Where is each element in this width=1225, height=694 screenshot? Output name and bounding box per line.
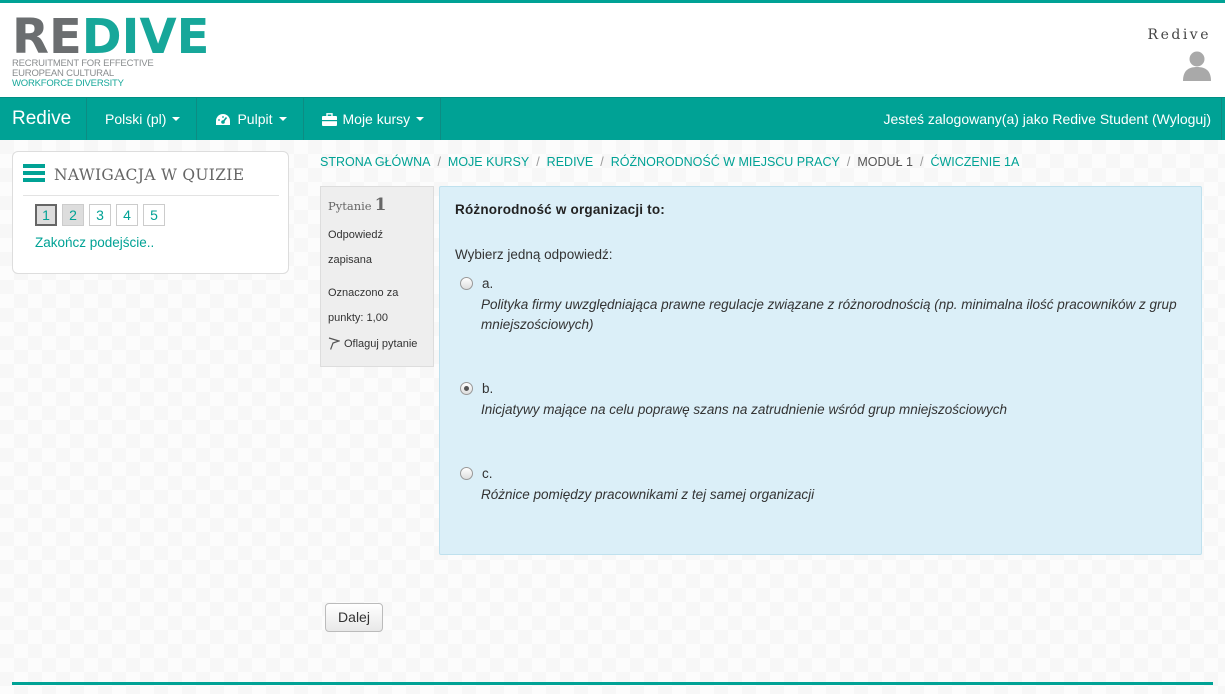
navbar-divider <box>1221 98 1225 140</box>
answer-option-c-letter: c. <box>482 466 493 481</box>
question-grade-line-2: punkty: 1,00 <box>328 312 388 324</box>
question-state: Odpowiedź zapisana <box>328 223 426 273</box>
user-name: Redive <box>1147 27 1211 43</box>
answer-option-b[interactable]: b. Inicjatywy mające na celu poprawę sza… <box>460 381 1180 420</box>
question-content: Różnorodność w organizacji to: Wybierz j… <box>439 186 1202 555</box>
breadcrumb-home[interactable]: STRONA GŁÓWNA <box>320 155 430 169</box>
question-button-5[interactable]: 5 <box>143 204 165 226</box>
question-number: Pytanie 1 <box>328 195 426 215</box>
answer-option-b-letter: b. <box>482 381 494 396</box>
finish-attempt-link[interactable]: Zakończ podejście.. <box>35 235 154 250</box>
question-state-line-2: zapisana <box>328 254 373 266</box>
quiz-navigation-title: NAWIGACJA W QUIZIE <box>54 166 245 184</box>
question-button-3[interactable]: 3 <box>89 204 111 226</box>
answer-option-b-row: b. <box>460 381 1180 396</box>
user-avatar-icon[interactable] <box>1183 51 1211 81</box>
answer-option-b-radio[interactable] <box>460 382 473 395</box>
user-menu[interactable]: Redive <box>1148 27 1211 43</box>
question-state-line-1: Odpowiedź <box>328 229 384 241</box>
question-info-panel: Pytanie 1 Odpowiedź zapisana Oznaczono z… <box>320 186 434 367</box>
breadcrumb-separator: / <box>536 155 540 169</box>
breadcrumb: STRONA GŁÓWNA / MOJE KURSY / REDIVE / RÓ… <box>320 155 1019 169</box>
answer-option-b-text: Inicjatywy mające na celu poprawę szans … <box>481 402 1008 417</box>
nav-language-label: Polski (pl) <box>105 111 167 127</box>
breadcrumb-exercise[interactable]: ĆWICZENIE 1A <box>930 155 1019 169</box>
answer-option-c-row: c. <box>460 466 1180 481</box>
navbar-brand[interactable]: Redive <box>12 108 71 130</box>
main-navbar: Redive Polski (pl) Pulpit Moje kursy Jes… <box>0 97 1225 140</box>
briefcase-icon <box>321 112 337 126</box>
flag-question-label: Oflaguj pytanie <box>344 337 418 350</box>
quiz-navigation-block: NAWIGACJA W QUIZIE 1 2 3 4 5 Zakończ pod… <box>12 151 289 274</box>
logo-tagline-3: workforce diversity <box>12 78 124 89</box>
question-number-label: Pytanie <box>328 199 372 213</box>
caret-down-icon <box>416 117 425 121</box>
answer-prompt: Wybierz jedną odpowiedź: <box>455 247 613 262</box>
breadcrumb-separator: / <box>437 155 441 169</box>
answer-option-a-radio[interactable] <box>460 277 473 290</box>
quiz-navigation-header: NAWIGACJA W QUIZIE <box>23 164 279 196</box>
question-grade-line-1: Oznaczono za <box>328 287 399 299</box>
breadcrumb-separator: / <box>846 155 851 169</box>
menu-icon <box>23 164 45 182</box>
navbar-menu: Polski (pl) Pulpit Moje kursy <box>86 98 442 140</box>
redive-logo[interactable]: REDIVE Recruitment for effective Europea… <box>12 9 210 95</box>
flag-icon <box>328 337 340 350</box>
nav-my-courses-label: Moje kursy <box>342 111 411 127</box>
caret-down-icon <box>278 117 287 121</box>
nav-my-courses-menu[interactable]: Moje kursy <box>302 98 442 140</box>
breadcrumb-redive[interactable]: REDIVE <box>547 155 594 169</box>
question-text: Różnorodność w organizacji to: <box>455 202 666 217</box>
answer-option-c-radio[interactable] <box>460 467 473 480</box>
breadcrumb-module: MODUŁ 1 <box>857 155 913 169</box>
answer-option-c[interactable]: c. Różnice pomiędzy pracownikami z tej s… <box>460 466 1180 505</box>
question-grade: Oznaczono za punkty: 1,00 <box>328 281 426 331</box>
login-info[interactable]: Jesteś zalogowany(a) jako Redive Student… <box>884 111 1211 127</box>
question-number-value: 1 <box>374 195 387 215</box>
breadcrumb-separator: / <box>919 155 924 169</box>
breadcrumb-separator: / <box>600 155 604 169</box>
breadcrumb-course[interactable]: RÓŻNORODNOŚĆ W MIEJSCU PRACY <box>611 155 840 169</box>
page-header: REDIVE Recruitment for effective Europea… <box>0 3 1225 97</box>
answer-option-a-row: a. <box>460 276 1180 291</box>
answer-option-a-text: Polityka firmy uwzględniająca prawne reg… <box>481 297 1177 332</box>
question-number-buttons: 1 2 3 4 5 <box>35 204 170 226</box>
answer-option-a[interactable]: a. Polityka firmy uwzględniająca prawne … <box>460 276 1180 335</box>
caret-down-icon <box>172 117 181 121</box>
question-button-1[interactable]: 1 <box>35 204 57 226</box>
question-button-2[interactable]: 2 <box>62 204 84 226</box>
flag-question-button[interactable]: Oflaguj pytanie <box>328 337 426 350</box>
nav-dashboard-label: Pulpit <box>237 111 273 127</box>
dashboard-icon <box>215 113 231 126</box>
nav-dashboard-menu[interactable]: Pulpit <box>196 98 302 140</box>
logo-wordmark: REDIVE <box>12 9 210 65</box>
breadcrumb-my-courses[interactable]: MOJE KURSY <box>448 155 529 169</box>
question-button-4[interactable]: 4 <box>116 204 138 226</box>
answer-option-c-text: Różnice pomiędzy pracownikami z tej same… <box>481 487 815 502</box>
answer-option-a-letter: a. <box>482 276 494 291</box>
footer-accent-stripe <box>12 682 1213 685</box>
next-button[interactable]: Dalej <box>325 603 383 632</box>
nav-language-menu[interactable]: Polski (pl) <box>86 98 196 140</box>
